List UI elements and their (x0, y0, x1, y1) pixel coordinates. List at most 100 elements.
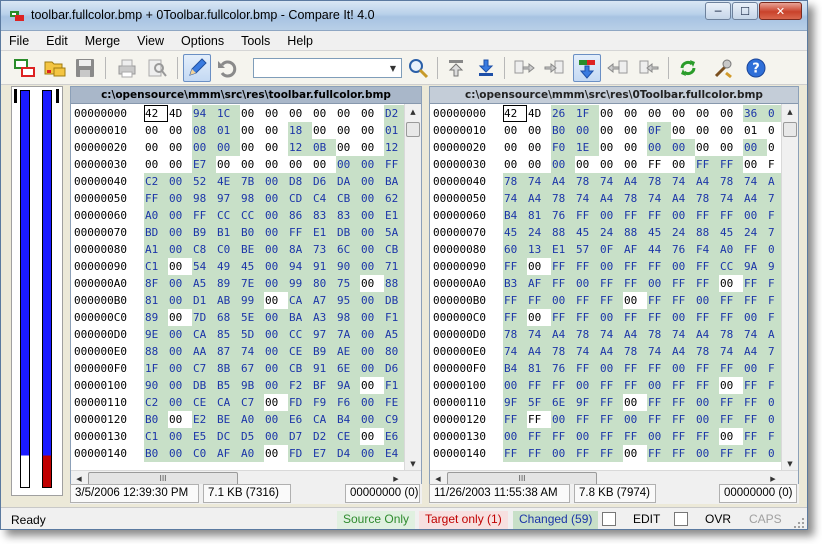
hex-byte[interactable]: B0 (551, 122, 575, 139)
hex-byte[interactable]: 8F (144, 275, 168, 292)
hex-byte[interactable]: 24 (599, 224, 623, 241)
hex-byte[interactable]: FF (671, 275, 695, 292)
menu-options[interactable]: Options (181, 34, 224, 48)
hex-byte[interactable]: 00 (264, 292, 288, 309)
hex-byte[interactable]: E2 (192, 411, 216, 428)
hex-byte[interactable]: 91 (312, 360, 336, 377)
hex-byte[interactable]: 45 (647, 224, 671, 241)
hex-byte[interactable]: CC (288, 326, 312, 343)
hex-byte[interactable]: CA (192, 326, 216, 343)
hex-byte[interactable]: FF (743, 394, 767, 411)
hex-byte[interactable]: 00 (599, 156, 623, 173)
hex-byte[interactable]: 73 (312, 241, 336, 258)
hex-byte[interactable]: A0 (719, 241, 743, 258)
hex-byte[interactable]: 76 (551, 360, 575, 377)
hex-byte[interactable]: 44 (647, 241, 671, 258)
hex-row[interactable]: 00000020 00 00 00 00 00 00 12 0B 00 00 12 (71, 139, 408, 156)
hex-byte[interactable]: A4 (695, 326, 719, 343)
hex-row[interactable]: 00000080 A1 00 C8 C0 BE 00 8A 73 6C 00 CB (71, 241, 408, 258)
hex-byte[interactable]: FF (695, 258, 719, 275)
hex-byte[interactable]: 00 (264, 275, 288, 292)
hex-byte[interactable]: 78 (647, 326, 671, 343)
hex-row[interactable]: 000000F0 1F 00 C7 8B 67 00 CB 91 6E 00 D6 (71, 360, 408, 377)
hex-byte[interactable]: FF (551, 428, 575, 445)
hex-byte[interactable]: 1E (575, 139, 599, 156)
hex-row[interactable]: 000000D0 9E 00 CA 85 5D 00 CC 97 7A 00 A5 (71, 326, 408, 343)
hex-byte[interactable]: FF (527, 411, 551, 428)
hex-byte[interactable]: 7A (336, 326, 360, 343)
hex-row[interactable]: 00000010 00 00 08 01 00 00 18 00 00 00 01 (71, 122, 408, 139)
hex-row[interactable]: 00000060 A0 00 FF CC CC 00 86 83 83 00 E1 (71, 207, 408, 224)
hex-byte[interactable]: AB (216, 292, 240, 309)
hex-byte[interactable]: 00 (647, 139, 671, 156)
hex-byte[interactable]: 81 (144, 292, 168, 309)
difference-map[interactable] (11, 86, 63, 496)
hex-byte[interactable]: FF (599, 411, 623, 428)
hex-byte[interactable]: A4 (671, 190, 695, 207)
hex-byte[interactable]: 00 (503, 122, 527, 139)
hex-byte[interactable]: 99 (240, 292, 264, 309)
hex-byte[interactable]: 00 (168, 173, 192, 190)
hex-byte[interactable]: C8 (192, 241, 216, 258)
hex-byte[interactable]: B9 (192, 224, 216, 241)
hex-byte[interactable]: 00 (695, 105, 719, 122)
hex-byte[interactable]: 00 (743, 139, 767, 156)
hex-byte[interactable]: 00 (168, 241, 192, 258)
hex-byte[interactable]: CA (216, 394, 240, 411)
hex-byte[interactable]: FF (599, 292, 623, 309)
hex-byte[interactable]: F4 (695, 241, 719, 258)
hex-byte[interactable]: FF (623, 377, 647, 394)
hex-row[interactable]: 00000000 42 4D 94 1C 00 00 00 00 00 00 D2 (71, 105, 408, 122)
hex-byte[interactable]: 00 (360, 394, 384, 411)
hex-byte[interactable]: 00 (168, 156, 192, 173)
hex-byte[interactable]: 74 (503, 343, 527, 360)
hex-byte[interactable]: CC (216, 207, 240, 224)
hex-byte[interactable]: FF (599, 428, 623, 445)
scroll-thumb[interactable] (783, 122, 797, 137)
save-button[interactable] (71, 54, 99, 82)
hex-byte[interactable]: C7 (240, 394, 264, 411)
hex-row[interactable]: 00000010 00 00 B0 00 00 00 0F 00 00 00 01 0 (430, 122, 791, 139)
hex-byte[interactable]: FF (551, 377, 575, 394)
hex-byte[interactable]: 00 (647, 377, 671, 394)
hex-byte[interactable]: 00 (312, 122, 336, 139)
hex-byte[interactable]: A4 (743, 343, 767, 360)
hex-byte[interactable]: 88 (144, 343, 168, 360)
hex-byte[interactable]: 00 (168, 428, 192, 445)
menu-tools[interactable]: Tools (241, 34, 270, 48)
hex-byte[interactable]: FF (695, 360, 719, 377)
hex-byte[interactable]: 9B (240, 377, 264, 394)
hex-byte[interactable]: CE (192, 394, 216, 411)
hex-byte[interactable]: 00 (623, 156, 647, 173)
hex-byte[interactable]: 00 (527, 258, 551, 275)
hex-byte[interactable]: 00 (360, 173, 384, 190)
hex-byte[interactable]: 74 (647, 190, 671, 207)
hex-byte[interactable]: 00 (503, 156, 527, 173)
hex-byte[interactable]: 00 (168, 343, 192, 360)
hex-byte[interactable]: FF (743, 445, 767, 462)
hex-byte[interactable]: 91 (312, 258, 336, 275)
help-button[interactable]: ? (742, 54, 770, 82)
first-difference-button[interactable] (442, 54, 470, 82)
hex-byte[interactable]: 00 (240, 122, 264, 139)
hex-byte[interactable]: 74 (240, 343, 264, 360)
hex-byte[interactable]: AF (527, 275, 551, 292)
hex-row[interactable]: 000000F0 B4 81 76 FF 00 FF FF 00 FF FF 00 F (430, 360, 791, 377)
edit-mode-button[interactable] (183, 54, 211, 82)
hex-byte[interactable]: 00 (360, 326, 384, 343)
hex-byte[interactable]: F2 (288, 377, 312, 394)
hex-byte[interactable]: 00 (264, 207, 288, 224)
hex-byte[interactable]: A0 (144, 207, 168, 224)
hex-byte[interactable]: 00 (360, 190, 384, 207)
hex-byte[interactable]: 78 (503, 326, 527, 343)
hex-byte[interactable]: 00 (671, 258, 695, 275)
hex-row[interactable]: 00000050 74 A4 78 74 A4 78 74 A4 78 74 A4 7 (430, 190, 791, 207)
hex-byte[interactable]: 74 (671, 173, 695, 190)
hex-byte[interactable]: A7 (312, 292, 336, 309)
hex-byte[interactable]: FF (527, 428, 551, 445)
hex-byte[interactable]: 0B (312, 139, 336, 156)
hex-byte[interactable]: 00 (623, 292, 647, 309)
hex-row[interactable]: 000000C0 FF 00 FF FF 00 FF FF 00 FF FF 00 F (430, 309, 791, 326)
hex-byte[interactable]: 76 (671, 241, 695, 258)
hex-byte[interactable]: A4 (695, 173, 719, 190)
